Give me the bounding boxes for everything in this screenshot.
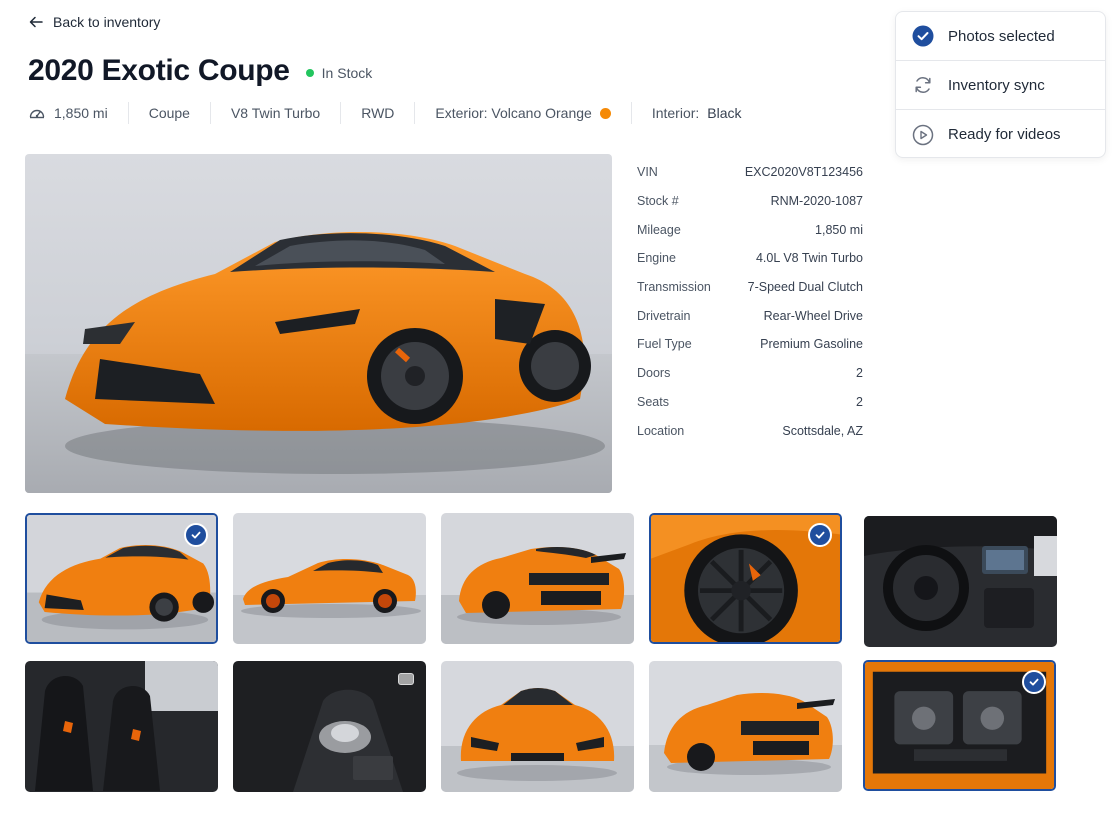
detail-row-seats: Seats 2 — [637, 388, 863, 417]
detail-row-mileage: Mileage 1,850 mi — [637, 215, 863, 244]
detail-value: 1,850 mi — [815, 222, 863, 237]
back-to-inventory-link[interactable]: Back to inventory — [28, 14, 160, 30]
detail-label: Engine — [637, 251, 676, 266]
seats-interior-thumb — [25, 661, 218, 792]
status-sync-label: Inventory sync — [948, 76, 1045, 94]
detail-row-stock: Stock # RNM-2020-1087 — [637, 187, 863, 216]
detail-value: Scottsdale, AZ — [782, 423, 863, 438]
detail-label: VIN — [637, 165, 658, 180]
spec-exterior: Exterior: Volcano Orange — [415, 102, 632, 124]
detail-value: RNM-2020-1087 — [770, 194, 863, 209]
detail-label: Seats — [637, 394, 669, 409]
title-row: 2020 Exotic Coupe In Stock — [28, 54, 372, 88]
page-title: 2020 Exotic Coupe — [28, 54, 290, 87]
gallery-thumb-rear-quarter[interactable] — [441, 513, 634, 644]
detail-row-vin: VIN EXC2020V8T123456 — [637, 158, 863, 187]
stock-status-badge: In Stock — [305, 65, 373, 81]
detail-row-location: Location Scottsdale, AZ — [637, 416, 863, 445]
detail-value: 2 — [856, 366, 863, 381]
status-photos-label: Photos selected — [948, 27, 1055, 45]
detail-row-doors: Doors 2 — [637, 359, 863, 388]
spec-body-value: Coupe — [148, 105, 190, 121]
gallery-thumb-center-console[interactable] — [233, 661, 426, 792]
spec-interior-label: Interior: — [651, 105, 700, 121]
gallery-thumb-front[interactable] — [441, 661, 634, 792]
selected-check-icon — [1022, 670, 1046, 694]
spec-exterior-value: Exterior: Volcano Orange — [435, 105, 592, 121]
back-link-label: Back to inventory — [53, 14, 161, 30]
detail-row-transmission: Transmission 7-Speed Dual Clutch — [637, 273, 863, 302]
car-rear-quarter-thumb — [441, 513, 634, 644]
status-photos-selected[interactable]: Photos selected — [896, 12, 1105, 61]
detail-row-drivetrain: Drivetrain Rear-Wheel Drive — [637, 301, 863, 330]
specs-bar: 1,850 mi Coupe V8 Twin Turbo RWD Exterio… — [28, 102, 762, 124]
detail-label: Drivetrain — [637, 308, 691, 323]
status-ready-for-videos[interactable]: Ready for videos — [896, 110, 1105, 159]
detail-value: EXC2020V8T123456 — [744, 165, 863, 180]
car-front-thumb — [441, 661, 634, 792]
detail-label: Transmission — [637, 280, 711, 295]
detail-label: Fuel Type — [637, 337, 692, 352]
gallery-thumb-dashboard[interactable] — [864, 516, 1057, 647]
detail-value: Rear-Wheel Drive — [763, 308, 863, 323]
sync-icon — [912, 74, 934, 96]
detail-row-fuel-type: Fuel Type Premium Gasoline — [637, 330, 863, 359]
car-rear-quarter-thumb — [649, 661, 842, 792]
arrow-left-icon — [29, 16, 43, 28]
status-dot — [305, 69, 314, 77]
workflow-status-panel: Photos selected Inventory sync Ready for… — [895, 11, 1106, 158]
status-videos-label: Ready for videos — [948, 126, 1061, 143]
gallery-thumb-side-profile[interactable] — [233, 513, 426, 644]
detail-label: Mileage — [637, 222, 681, 237]
detail-label: Stock # — [637, 194, 679, 209]
hero-vehicle-photo[interactable] — [25, 154, 612, 493]
gallery-thumb-seats[interactable] — [25, 661, 218, 792]
vehicle-details-list: VIN EXC2020V8T123456 Stock # RNM-2020-1087… — [637, 158, 863, 445]
gallery-thumb-front-quarter[interactable] — [25, 513, 218, 644]
detail-value: Premium Gasoline — [760, 337, 863, 352]
odometer-icon — [28, 104, 46, 122]
detail-label: Location — [637, 423, 685, 438]
status-inventory-sync[interactable]: Inventory sync — [896, 61, 1105, 110]
selected-check-icon — [808, 523, 832, 547]
spec-engine-value: V8 Twin Turbo — [230, 105, 321, 121]
gallery-thumb-engine-bay[interactable] — [863, 660, 1056, 791]
detail-row-engine: Engine 4.0L V8 Twin Turbo — [637, 244, 863, 273]
spec-drive: RWD — [341, 102, 416, 124]
check-circle-icon — [912, 25, 934, 47]
gallery-thumb-rear-quarter-2[interactable] — [649, 661, 842, 792]
spec-body: Coupe — [129, 102, 211, 124]
detail-label: Doors — [637, 366, 671, 381]
gallery-thumb-wheel-closeup[interactable] — [649, 513, 842, 644]
dashboard-interior-thumb — [864, 516, 1057, 647]
exterior-color-swatch — [599, 107, 611, 119]
spec-drive-value: RWD — [361, 105, 395, 121]
detail-value: 4.0L V8 Twin Turbo — [755, 251, 863, 266]
selected-check-icon — [184, 523, 208, 547]
spec-engine: V8 Twin Turbo — [211, 102, 342, 124]
spec-mileage: 1,850 mi — [28, 102, 129, 124]
play-circle-icon — [912, 124, 934, 146]
stock-status-label: In Stock — [321, 65, 373, 81]
spec-interior: Interior: Black — [632, 102, 762, 124]
detail-value: 7-Speed Dual Clutch — [747, 280, 863, 295]
spec-interior-value: Black — [707, 105, 742, 121]
spec-mileage-value: 1,850 mi — [54, 105, 108, 121]
detail-value: 2 — [856, 394, 863, 409]
car-front-quarter-image — [25, 231, 612, 493]
photo-indicator-icon — [398, 673, 414, 685]
car-side-profile-thumb — [233, 513, 426, 644]
